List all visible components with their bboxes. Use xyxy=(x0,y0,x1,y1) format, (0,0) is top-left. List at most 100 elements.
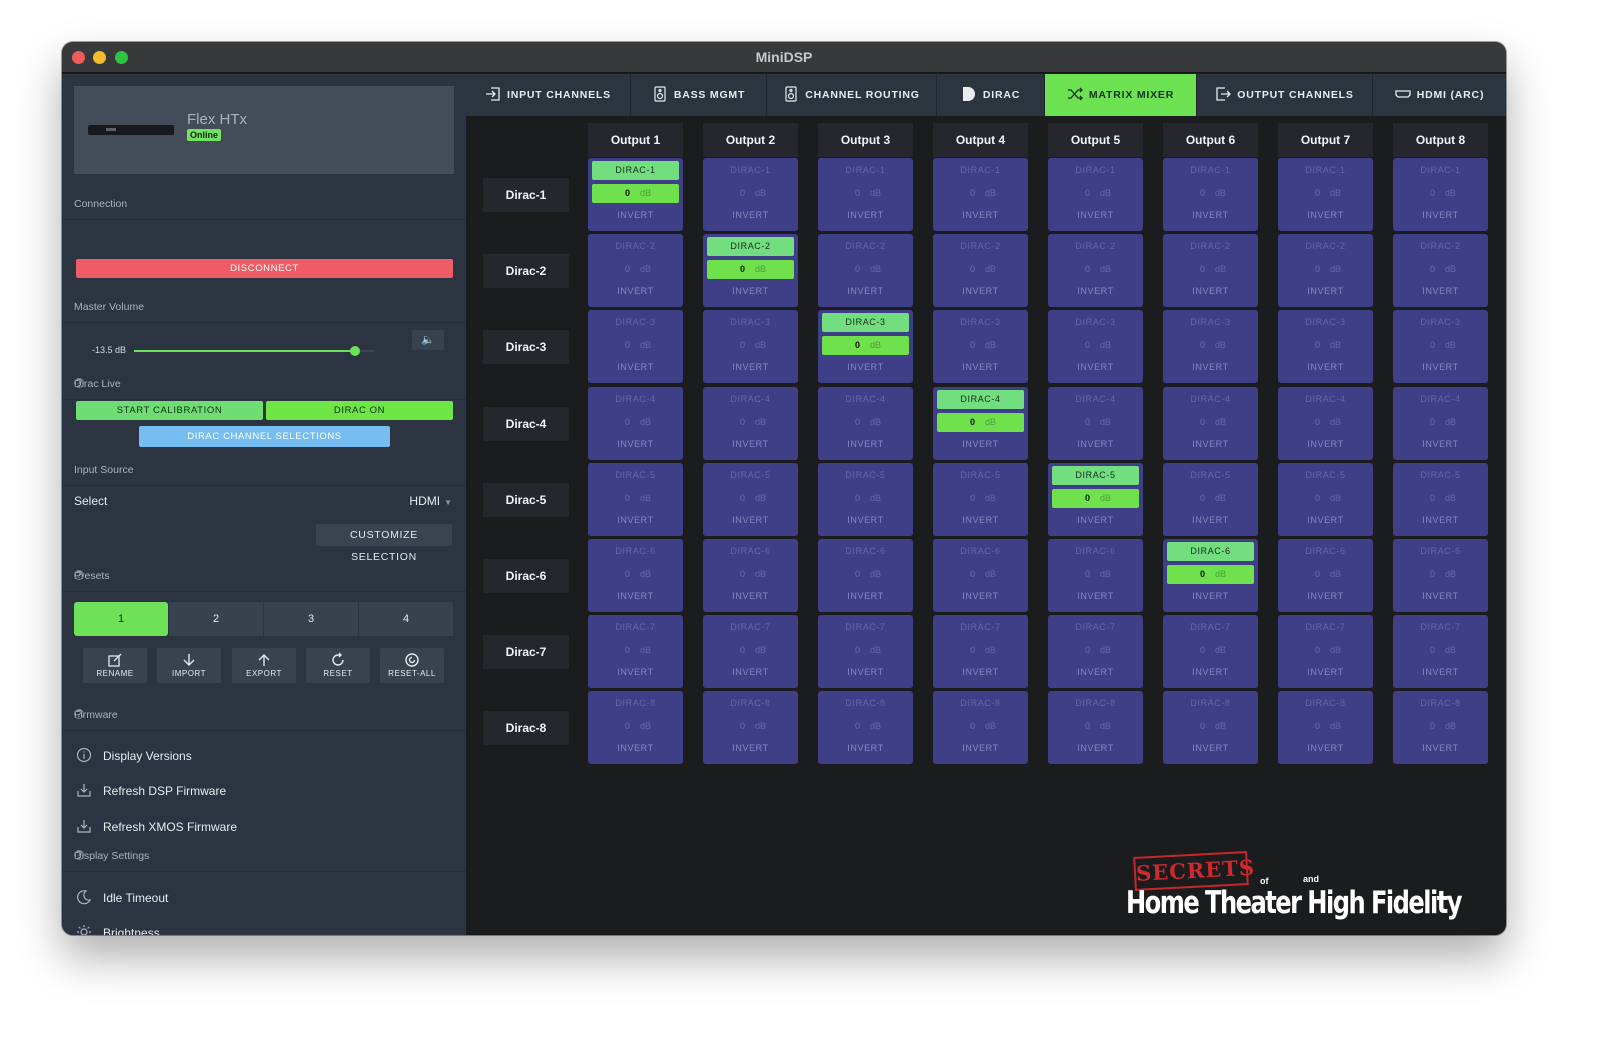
cell-gain-field[interactable]: 0 dB xyxy=(822,565,909,584)
cell-gain-field[interactable]: 0 dB xyxy=(1167,565,1254,584)
cell-channel-toggle[interactable]: DIRAC-8 xyxy=(937,694,1024,713)
preset-button-3[interactable]: 3 xyxy=(264,602,358,636)
cell-channel-toggle[interactable]: DIRAC-3 xyxy=(1397,313,1484,332)
cell-channel-toggle[interactable]: DIRAC-8 xyxy=(1397,694,1484,713)
cell-invert-button[interactable]: INVERT xyxy=(1282,362,1369,372)
cell-channel-toggle[interactable]: DIRAC-7 xyxy=(1052,618,1139,637)
cell-channel-toggle[interactable]: DIRAC-8 xyxy=(592,694,679,713)
cell-gain-field[interactable]: 0 dB xyxy=(707,717,794,736)
cell-channel-toggle[interactable]: DIRAC-6 xyxy=(1052,542,1139,561)
cell-invert-button[interactable]: INVERT xyxy=(707,591,794,601)
cell-channel-toggle[interactable]: DIRAC-7 xyxy=(1397,618,1484,637)
cell-channel-toggle[interactable]: DIRAC-1 xyxy=(822,161,909,180)
cell-invert-button[interactable]: INVERT xyxy=(937,515,1024,525)
cell-gain-field[interactable]: 0 dB xyxy=(1052,565,1139,584)
customize-selection-button[interactable]: CUSTOMIZE SELECTION xyxy=(316,524,452,563)
cell-invert-button[interactable]: INVERT xyxy=(1167,515,1254,525)
cell-invert-button[interactable]: INVERT xyxy=(1397,286,1484,296)
cell-gain-field[interactable]: 0 dB xyxy=(1167,260,1254,279)
cell-gain-field[interactable]: 0 dB xyxy=(592,489,679,508)
cell-gain-field[interactable]: 0 dB xyxy=(1397,641,1484,660)
cell-invert-button[interactable]: INVERT xyxy=(707,667,794,677)
preset-button-4[interactable]: 4 xyxy=(359,602,453,636)
cell-channel-toggle[interactable]: DIRAC-4 xyxy=(822,390,909,409)
display-versions-item[interactable]: Display Versions xyxy=(62,740,466,772)
cell-gain-field[interactable]: 0 dB xyxy=(1052,488,1139,508)
tab-bass-mgmt[interactable]: BASS MGMT xyxy=(631,74,767,116)
cell-invert-button[interactable]: INVERT xyxy=(937,362,1024,372)
cell-channel-toggle[interactable]: DIRAC-7 xyxy=(592,618,679,637)
reset-all-button[interactable]: RESET-ALL xyxy=(380,648,444,683)
cell-channel-toggle[interactable]: DIRAC-8 xyxy=(1052,694,1139,713)
cell-channel-toggle[interactable]: DIRAC-4 xyxy=(1397,390,1484,409)
cell-invert-button[interactable]: INVERT xyxy=(1167,286,1254,296)
cell-channel-toggle[interactable]: DIRAC-1 xyxy=(1397,161,1484,180)
cell-gain-field[interactable]: 0 dB xyxy=(707,336,794,355)
cell-gain-field[interactable]: 0 dB xyxy=(1167,489,1254,508)
start-calibration-button[interactable]: START CALIBRATION xyxy=(76,401,263,420)
cell-gain-field[interactable]: 0 dB xyxy=(1282,641,1369,660)
cell-gain-field[interactable]: 0 dB xyxy=(1397,489,1484,508)
help-icon[interactable]: ? xyxy=(74,850,84,860)
cell-channel-toggle[interactable]: DIRAC-3 xyxy=(1052,313,1139,332)
cell-gain-field[interactable]: 0 dB xyxy=(1052,260,1139,279)
cell-invert-button[interactable]: INVERT xyxy=(1052,743,1139,753)
cell-channel-toggle[interactable]: DIRAC-4 xyxy=(937,389,1024,409)
cell-channel-toggle[interactable]: DIRAC-7 xyxy=(822,618,909,637)
dirac-on-button[interactable]: DIRAC ON xyxy=(266,401,453,420)
cell-invert-button[interactable]: INVERT xyxy=(592,743,679,753)
cell-channel-toggle[interactable]: DIRAC-7 xyxy=(1167,618,1254,637)
cell-invert-button[interactable]: INVERT xyxy=(1282,515,1369,525)
cell-gain-field[interactable]: 0 dB xyxy=(707,641,794,660)
cell-channel-toggle[interactable]: DIRAC-5 xyxy=(592,466,679,485)
cell-invert-button[interactable]: INVERT xyxy=(1397,362,1484,372)
cell-invert-button[interactable]: INVERT xyxy=(707,210,794,220)
cell-channel-toggle[interactable]: DIRAC-3 xyxy=(1282,313,1369,332)
cell-channel-toggle[interactable]: DIRAC-6 xyxy=(592,542,679,561)
cell-gain-field[interactable]: 0 dB xyxy=(937,184,1024,203)
tab-output-channels[interactable]: OUTPUT CHANNELS xyxy=(1197,74,1373,116)
cell-gain-field[interactable]: 0 dB xyxy=(822,489,909,508)
cell-invert-button[interactable]: INVERT xyxy=(937,210,1024,220)
cell-gain-field[interactable]: 0 dB xyxy=(1167,413,1254,432)
help-icon[interactable]: ? xyxy=(74,709,84,719)
cell-gain-field[interactable]: 0 dB xyxy=(1052,184,1139,203)
cell-invert-button[interactable]: INVERT xyxy=(822,286,909,296)
cell-invert-button[interactable]: INVERT xyxy=(822,515,909,525)
export-button[interactable]: EXPORT xyxy=(232,648,296,683)
cell-invert-button[interactable]: INVERT xyxy=(707,286,794,296)
dirac-channel-selections-button[interactable]: DIRAC CHANNEL SELECTIONS xyxy=(139,426,390,447)
cell-gain-field[interactable]: 0 dB xyxy=(1052,336,1139,355)
cell-gain-field[interactable]: 0 dB xyxy=(1167,184,1254,203)
cell-channel-toggle[interactable]: DIRAC-6 xyxy=(707,542,794,561)
cell-invert-button[interactable]: INVERT xyxy=(592,210,679,220)
disconnect-button[interactable]: DISCONNECT xyxy=(76,259,453,278)
preset-button-1[interactable]: 1 xyxy=(74,602,168,636)
tab-channel-routing[interactable]: CHANNEL ROUTING xyxy=(767,74,937,116)
cell-channel-toggle[interactable]: DIRAC-5 xyxy=(1282,466,1369,485)
cell-invert-button[interactable]: INVERT xyxy=(937,667,1024,677)
cell-gain-field[interactable]: 0 dB xyxy=(1397,717,1484,736)
tab-dirac[interactable]: DIRAC xyxy=(937,74,1045,116)
cell-gain-field[interactable]: 0 dB xyxy=(937,336,1024,355)
cell-channel-toggle[interactable]: DIRAC-6 xyxy=(1397,542,1484,561)
cell-gain-field[interactable]: 0 dB xyxy=(592,184,679,203)
cell-channel-toggle[interactable]: DIRAC-5 xyxy=(937,466,1024,485)
cell-invert-button[interactable]: INVERT xyxy=(1167,743,1254,753)
cell-gain-field[interactable]: 0 dB xyxy=(707,184,794,203)
cell-channel-toggle[interactable]: DIRAC-2 xyxy=(592,237,679,256)
cell-invert-button[interactable]: INVERT xyxy=(937,591,1024,601)
brightness-item[interactable]: Brightness xyxy=(62,917,466,935)
cell-channel-toggle[interactable]: DIRAC-8 xyxy=(822,694,909,713)
cell-gain-field[interactable]: 0 dB xyxy=(822,184,909,203)
cell-channel-toggle[interactable]: DIRAC-4 xyxy=(1167,390,1254,409)
cell-gain-field[interactable]: 0 dB xyxy=(707,260,794,280)
cell-gain-field[interactable]: 0 dB xyxy=(822,717,909,736)
cell-channel-toggle[interactable]: DIRAC-4 xyxy=(592,390,679,409)
cell-gain-field[interactable]: 0 dB xyxy=(1282,489,1369,508)
cell-channel-toggle[interactable]: DIRAC-5 xyxy=(1397,466,1484,485)
reset-button[interactable]: RESET xyxy=(306,648,370,683)
cell-channel-toggle[interactable]: DIRAC-2 xyxy=(707,237,794,257)
cell-invert-button[interactable]: INVERT xyxy=(822,210,909,220)
cell-channel-toggle[interactable]: DIRAC-3 xyxy=(707,313,794,332)
